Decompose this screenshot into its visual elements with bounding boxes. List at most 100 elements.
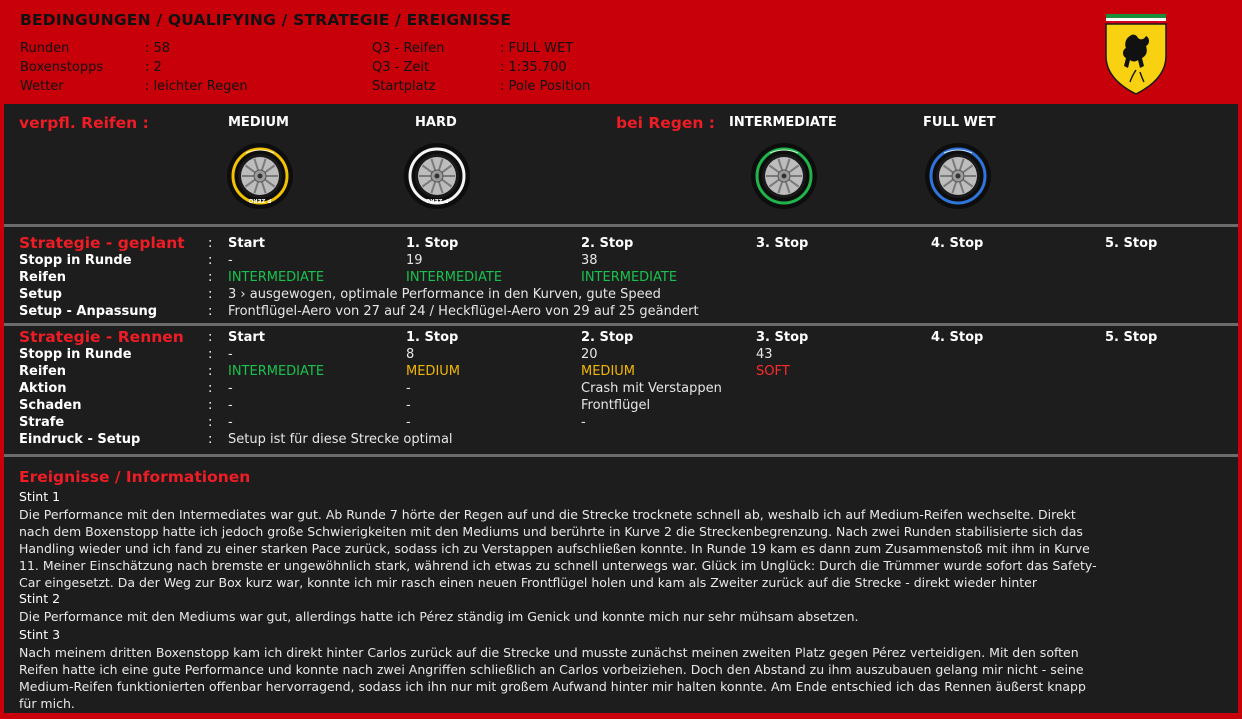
mandatory-tyres-title: verpfl. Reifen : <box>19 114 149 132</box>
planned-col-stop-5: 5. Stop <box>1105 236 1158 251</box>
planned-tyre-stop-1: INTERMEDIATE <box>406 270 503 285</box>
tyre-name-full-wet: FULL WET <box>923 115 996 130</box>
pitstops-label: Boxenstopps <box>20 60 104 75</box>
race-penalty-start: - <box>228 415 233 430</box>
text-line: Reifen hatte ich eine gute Performance u… <box>19 662 1084 677</box>
race-row-label-tyres: Reifen <box>19 364 67 379</box>
race-penalty-stop-1: - <box>406 415 411 430</box>
stint-1-title: Stint 1 <box>19 489 61 504</box>
colon: : <box>208 330 213 345</box>
race-tyre-stop-3: SOFT <box>756 364 790 379</box>
race-damage-stop-2: Frontflügel <box>581 398 651 413</box>
planned-row-label-lap: Stopp in Runde <box>19 253 132 268</box>
stint-3-text: Nach meinem dritten Boxenstopp kam ich d… <box>19 644 1219 712</box>
stint-2-text: Die Performance mit den Mediums war gut,… <box>19 608 1219 625</box>
strategy-sheet: BEDINGUNGEN / QUALIFYING / STRATEGIE / E… <box>0 0 1242 719</box>
race-action-stop-1: - <box>406 381 411 396</box>
colon: : <box>208 287 213 302</box>
pitstops-value: : 2 <box>145 60 162 75</box>
planned-strategy-title: Strategie - geplant <box>19 234 185 252</box>
text-line: Die Performance mit den Mediums war gut,… <box>19 609 859 624</box>
colon: : <box>208 236 213 251</box>
q3-time-value: : 1:35.700 <box>500 60 567 75</box>
planned-col-stop-4: 4. Stop <box>931 236 984 251</box>
stint-2-title: Stint 2 <box>19 591 61 606</box>
events-panel: Ereignisse / Informationen Stint 1 Die P… <box>4 457 1238 713</box>
planned-row-label-tyres: Reifen <box>19 270 67 285</box>
race-action-start: - <box>228 381 233 396</box>
race-row-label-setup-impression: Eindruck - Setup <box>19 432 141 447</box>
text-line: Car eingesetzt. Da der Weg zur Box kurz … <box>19 575 1037 590</box>
race-tyre-stop-2: MEDIUM <box>581 364 636 379</box>
q3-tyres-value: : FULL WET <box>500 41 574 56</box>
events-title: Ereignisse / Informationen <box>19 468 251 486</box>
q3-tyres-label: Q3 - Reifen <box>372 41 445 56</box>
planned-setup-adjust-value: Frontflügel-Aero von 27 auf 24 / Heckflü… <box>228 304 699 319</box>
colon: : <box>208 432 213 447</box>
grid-position-label: Startplatz <box>372 79 436 94</box>
race-row-label-action: Aktion <box>19 381 67 396</box>
page-title: BEDINGUNGEN / QUALIFYING / STRATEGIE / E… <box>20 11 512 29</box>
race-row-label-penalty: Strafe <box>19 415 65 430</box>
planned-tyre-stop-2: INTERMEDIATE <box>581 270 678 285</box>
colon: : <box>208 253 213 268</box>
text-line: nach dem Boxenstopp hatte ich jedoch gro… <box>19 524 1083 539</box>
stint-3-title: Stint 3 <box>19 627 61 642</box>
text-line: Die Performance mit den Intermediates wa… <box>19 507 1076 522</box>
planned-col-start: Start <box>228 236 265 251</box>
race-penalty-stop-2: - <box>581 415 586 430</box>
intermediate-tyre-icon <box>751 143 817 209</box>
race-col-stop-2: 2. Stop <box>581 330 634 345</box>
planned-lap-stop-2: 38 <box>581 253 598 268</box>
planned-strategy-panel: Strategie - geplant : Start 1. Stop 2. S… <box>4 227 1238 323</box>
colon: : <box>208 381 213 396</box>
medium-tyre-icon: P ZERO <box>227 143 293 209</box>
planned-col-stop-2: 2. Stop <box>581 236 634 251</box>
tyre-wall-text: P ZERO <box>248 197 271 203</box>
tyre-name-intermediate: INTERMEDIATE <box>729 115 837 130</box>
race-lap-stop-2: 20 <box>581 347 598 362</box>
race-lap-start: - <box>228 347 233 362</box>
race-tyre-start: INTERMEDIATE <box>228 364 325 379</box>
race-strategy-panel: Strategie - Rennen : Start 1. Stop 2. St… <box>4 326 1238 454</box>
planned-col-stop-1: 1. Stop <box>406 236 459 251</box>
colon: : <box>208 415 213 430</box>
race-col-stop-3: 3. Stop <box>756 330 809 345</box>
hard-tyre-icon: P ZERO <box>404 143 470 209</box>
text-line: Nach meinem dritten Boxenstopp kam ich d… <box>19 645 1079 660</box>
planned-lap-stop-1: 19 <box>406 253 423 268</box>
tyre-selection-panel: verpfl. Reifen : bei Regen : MEDIUM HARD… <box>4 104 1238 224</box>
full-wet-tyre-icon <box>925 143 991 209</box>
planned-tyre-start: INTERMEDIATE <box>228 270 325 285</box>
race-row-label-damage: Schaden <box>19 398 82 413</box>
ferrari-shield-logo <box>1105 14 1167 95</box>
colon: : <box>208 398 213 413</box>
race-damage-stop-1: - <box>406 398 411 413</box>
race-col-stop-4: 4. Stop <box>931 330 984 345</box>
colon: : <box>208 347 213 362</box>
race-lap-stop-1: 8 <box>406 347 415 362</box>
planned-lap-start: - <box>228 253 233 268</box>
colon: : <box>208 270 213 285</box>
text-line: Handling wieder und ich fand zu einer st… <box>19 541 1090 556</box>
q3-time-label: Q3 - Zeit <box>372 60 430 75</box>
laps-value: : 58 <box>145 41 171 56</box>
race-lap-stop-3: 43 <box>756 347 773 362</box>
race-setup-impression-value: Setup ist für diese Strecke optimal <box>228 432 453 447</box>
text-line: 11. Meiner Einschätzung nach bremste er … <box>19 558 1097 573</box>
laps-label: Runden <box>20 41 70 56</box>
weather-value: : leichter Regen <box>145 79 248 94</box>
weather-label: Wetter <box>20 79 64 94</box>
header-section: BEDINGUNGEN / QUALIFYING / STRATEGIE / E… <box>0 0 1242 102</box>
stint-1-text: Die Performance mit den Intermediates wa… <box>19 506 1219 591</box>
race-action-stop-2: Crash mit Verstappen <box>581 381 722 396</box>
colon: : <box>208 364 213 379</box>
text-line: für mich. <box>19 696 75 711</box>
planned-setup-value: 3 › ausgewogen, optimale Performance in … <box>228 287 661 302</box>
race-row-label-lap: Stopp in Runde <box>19 347 132 362</box>
race-damage-start: - <box>228 398 233 413</box>
race-strategy-title: Strategie - Rennen <box>19 328 184 346</box>
race-col-stop-1: 1. Stop <box>406 330 459 345</box>
planned-row-label-setup: Setup <box>19 287 62 302</box>
tyre-wall-text: P ZERO <box>425 197 448 203</box>
